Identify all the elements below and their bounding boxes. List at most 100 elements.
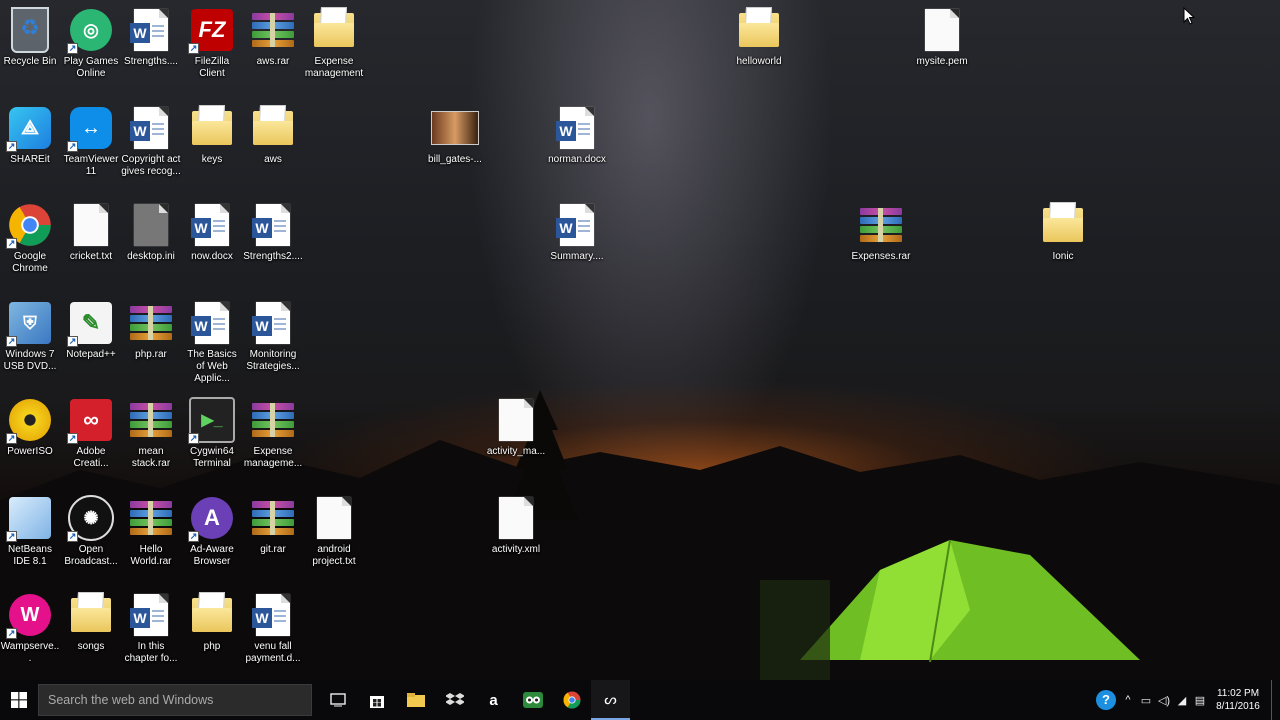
folder-icon — [192, 111, 232, 145]
desktop-icon-word[interactable]: W Monitoring Strategies... — [243, 295, 303, 373]
desktop-icon-image: ⟁ ↗ — [6, 104, 54, 152]
winrar-archive-icon — [130, 306, 172, 340]
desktop-icon-teamviewer[interactable]: ↔ ↗ TeamViewer 11 — [61, 100, 121, 178]
desktop-icon-image — [127, 396, 175, 444]
show-desktop-button[interactable] — [1271, 680, 1280, 720]
desktop-icon-word[interactable]: Wvenu fall payment.d... — [243, 587, 303, 665]
store-button[interactable] — [357, 680, 396, 720]
obs-button[interactable]: ᔕ — [591, 680, 630, 720]
music-folder-icon — [71, 598, 111, 632]
desktop-icon-image — [492, 396, 540, 444]
desktop-icon-label: android project.txt — [312, 544, 356, 567]
desktop-icon-rar[interactable]: git.rar — [243, 490, 303, 556]
desktop-icon-shareit[interactable]: ⟁ ↗ SHAREit — [0, 100, 60, 166]
desktop-icon-word[interactable]: W Strengths2.... — [243, 197, 303, 263]
desktop-icon-label: Cygwin64 Terminal — [190, 446, 234, 469]
start-button[interactable] — [0, 680, 38, 720]
desktop-icon-rar[interactable]: Expenses.rar — [851, 197, 911, 263]
desktop-icon-rar[interactable]: mean stack.rar — [121, 392, 181, 470]
desktop-icon-image — [67, 201, 115, 249]
task-view-button[interactable] — [318, 680, 357, 720]
desktop-icon-folder[interactable]: Expense management — [304, 2, 364, 80]
desktop-icon-label: now.docx — [191, 251, 233, 262]
desktop-icon-word[interactable]: W In this chapter fo... — [121, 587, 181, 665]
desktop-icon-folder[interactable]: keys — [182, 100, 242, 166]
network-button[interactable]: ◢ — [1173, 680, 1191, 720]
desktop-icon-songs[interactable]: songs — [61, 587, 121, 653]
desktop-icon-image: ↗ — [6, 494, 54, 542]
shortcut-arrow-icon: ↗ — [188, 433, 199, 444]
desktop-icon-folder[interactable]: helloworld — [729, 2, 789, 68]
folder-icon — [1043, 208, 1083, 242]
clock[interactable]: 11:02 PM 8/11/2016 — [1209, 687, 1267, 713]
file-explorer-button[interactable] — [396, 680, 435, 720]
word-document-icon: W — [556, 107, 594, 149]
desktop-icon-word[interactable]: Wnorman.docx — [547, 100, 607, 166]
desktop-icon-adobe[interactable]: ∞ ↗ Adobe Creati... — [61, 392, 121, 470]
word-document-icon: W — [252, 302, 290, 344]
desktop-icon-folder[interactable]: aws — [243, 100, 303, 166]
action-center-button[interactable]: ▤ — [1191, 680, 1209, 720]
word-document-icon: W — [252, 204, 290, 246]
desktop-icon-file[interactable]: activity_ma... — [486, 392, 546, 458]
desktop-icon-rar[interactable]: Hello World.rar — [121, 490, 181, 568]
desktop-icon-games[interactable]: ◎ ↗ Play Games Online — [61, 2, 121, 80]
desktop-icon-image — [67, 591, 115, 639]
desktop-icon-adaware[interactable]: A ↗ Ad-Aware Browser — [182, 490, 242, 568]
search-input[interactable]: Search the web and Windows — [38, 684, 312, 716]
desktop-icon-filezilla[interactable]: FZ ↗ FileZilla Client — [182, 2, 242, 80]
word-document-icon: W — [191, 204, 229, 246]
desktop-icon-label: desktop.ini — [127, 251, 175, 262]
dropbox-button[interactable] — [435, 680, 474, 720]
desktop-icon-poweriso[interactable]: ↗ PowerISO — [0, 392, 60, 458]
desktop-icon-cygwin[interactable]: ▶_ ↗ Cygwin64 Terminal — [182, 392, 242, 470]
desktop-icon-chrome[interactable]: ↗ Google Chrome — [0, 197, 60, 275]
desktop-icon-word[interactable]: W Strengths.... — [121, 2, 181, 68]
desktop-icon-image: W — [188, 299, 236, 347]
desktop-icon-netbeans[interactable]: ↗ NetBeans IDE 8.1 — [0, 490, 60, 568]
word-document-icon: W — [556, 204, 594, 246]
desktop-icon-image — [127, 299, 175, 347]
desktop-icon-image — [188, 104, 236, 152]
desktop-icon-image: ▶_ ↗ — [188, 396, 236, 444]
desktop-icon-ini[interactable]: desktop.ini — [121, 197, 181, 263]
volume-button[interactable]: ◁) — [1155, 680, 1173, 720]
desktop-icon-file[interactable]: cricket.txt — [61, 197, 121, 263]
desktop-icon-rar[interactable]: Expense manageme... — [243, 392, 303, 470]
shortcut-arrow-icon: ↗ — [188, 43, 199, 54]
desktop-icon-file[interactable]: android project.txt — [304, 490, 364, 568]
tripadvisor-icon — [522, 692, 543, 708]
desktop-icon-label: php — [203, 641, 221, 652]
desktop-icon-win7usb[interactable]: ⛨ ↗ Windows 7 USB DVD... — [0, 295, 60, 373]
tripadvisor-button[interactable] — [513, 680, 552, 720]
desktop-icon-folder[interactable]: Ionic — [1033, 197, 1093, 263]
chrome-button[interactable] — [552, 680, 591, 720]
desktop-icon-obs[interactable]: ✺ ↗ Open Broadcast... — [61, 490, 121, 568]
desktop-icon-folder[interactable]: php — [182, 587, 242, 653]
desktop-icon-label: Expenses.rar — [851, 251, 911, 262]
desktop-icon-file[interactable]: mysite.pem — [912, 2, 972, 68]
recycle-bin-icon: ♻ — [11, 7, 49, 53]
tray-expand-button[interactable]: ^ — [1119, 680, 1137, 720]
help-button[interactable]: ? — [1093, 680, 1119, 720]
desktop-icon-photo[interactable]: bill_gates-... — [425, 100, 485, 166]
help-icon: ? — [1096, 690, 1116, 710]
desktop-icon-image — [249, 104, 297, 152]
desktop-icon-word[interactable]: W Summary.... — [547, 197, 607, 263]
battery-button[interactable]: ▭ — [1137, 680, 1155, 720]
desktop-icon-recycle[interactable]: ♻ Recycle Bin — [0, 2, 60, 68]
desktop-icon-rar[interactable]: aws.rar — [243, 2, 303, 68]
desktop-icon-notepadpp[interactable]: ✎ ↗ Notepad++ — [61, 295, 121, 361]
desktop-icon-file[interactable]: activity.xml — [486, 490, 546, 556]
desktop-icon-word[interactable]: W Copyright act gives recog... — [121, 100, 181, 178]
desktop-icon-wamp[interactable]: W ↗ Wampserve... — [0, 587, 60, 665]
shortcut-arrow-icon: ↗ — [188, 531, 199, 542]
shortcut-arrow-icon: ↗ — [6, 141, 17, 152]
desktop-icon-word[interactable]: W The Basics of Web Applic... — [182, 295, 242, 385]
speaker-icon: ◁) — [1157, 694, 1171, 707]
desktop-icon-word[interactable]: Wnow.docx — [182, 197, 242, 263]
winrar-archive-icon — [252, 403, 294, 437]
desktop-icon-rar[interactable]: php.rar — [121, 295, 181, 361]
desktop-icon-image — [310, 6, 358, 54]
amazon-button[interactable]: a — [474, 680, 513, 720]
